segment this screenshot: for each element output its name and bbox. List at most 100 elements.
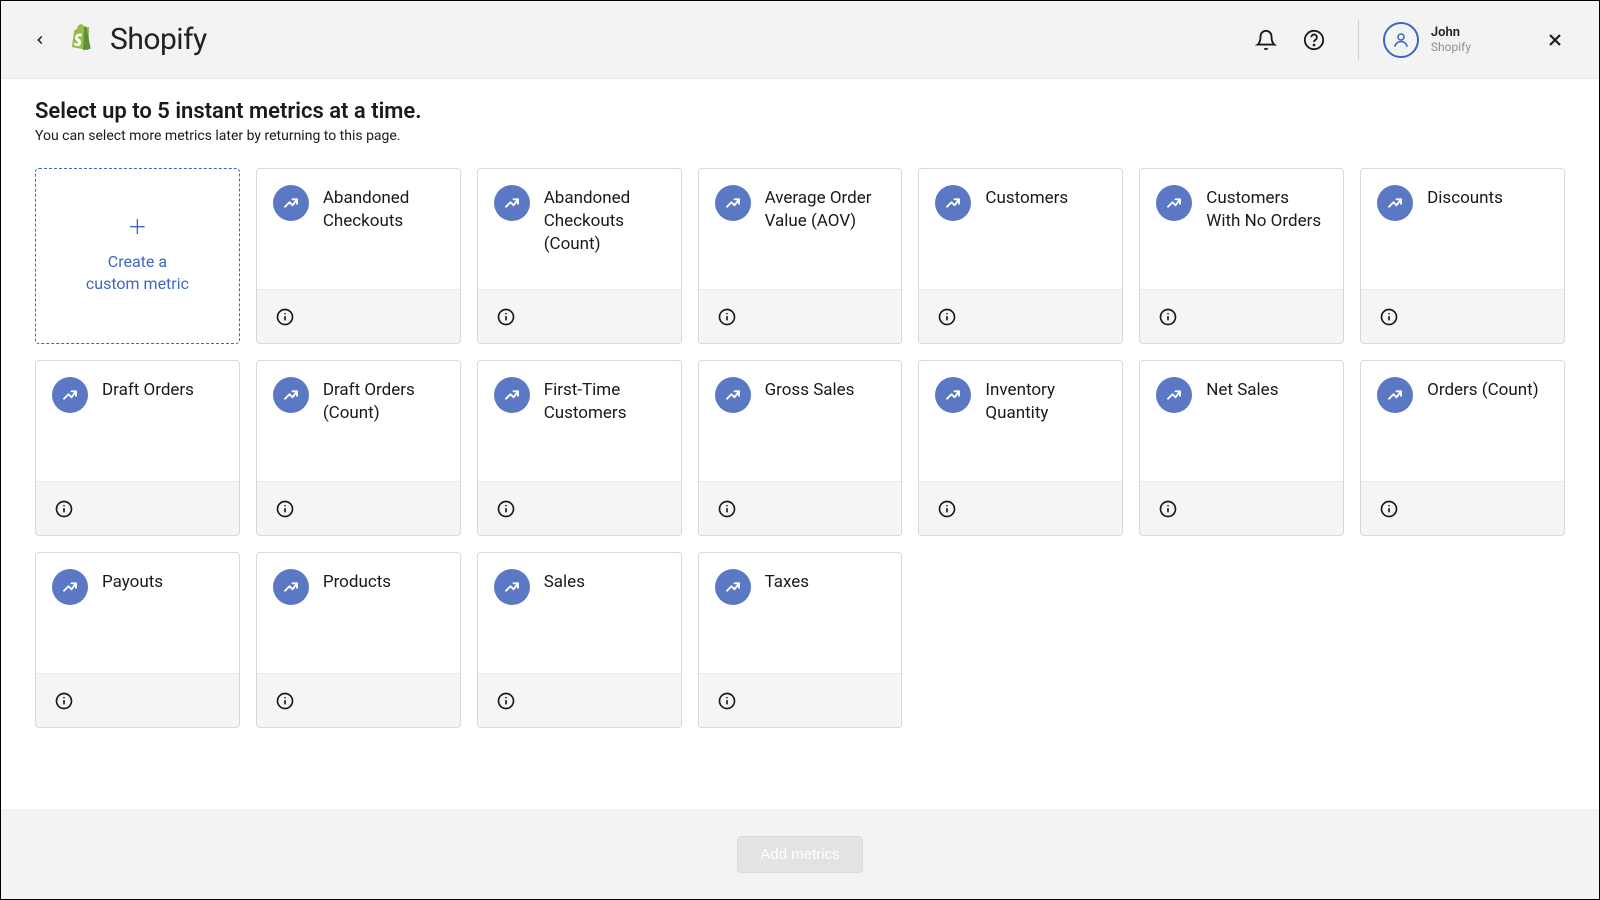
info-icon[interactable] <box>937 307 957 327</box>
metric-label: First-Time Customers <box>544 377 665 425</box>
metric-label: Abandoned Checkouts (Count) <box>544 185 665 256</box>
bell-icon <box>1255 29 1277 51</box>
metric-card[interactable]: Orders (Count) <box>1360 360 1565 536</box>
metric-card-footer <box>36 481 239 535</box>
metric-card-footer <box>699 289 902 343</box>
back-button[interactable] <box>26 26 54 54</box>
trend-icon <box>1377 185 1413 221</box>
metric-label: Net Sales <box>1206 377 1278 402</box>
topbar: Shopify John Shopify <box>1 1 1599 79</box>
metric-card[interactable]: Gross Sales <box>698 360 903 536</box>
trend-icon <box>1156 377 1192 413</box>
info-icon[interactable] <box>717 307 737 327</box>
info-icon[interactable] <box>1158 307 1178 327</box>
info-icon[interactable] <box>275 307 295 327</box>
info-icon[interactable] <box>1379 307 1399 327</box>
metric-card[interactable]: Draft Orders <box>35 360 240 536</box>
info-icon[interactable] <box>54 499 74 519</box>
info-icon[interactable] <box>54 691 74 711</box>
trend-icon <box>1156 185 1192 221</box>
metric-label: Draft Orders <box>102 377 194 402</box>
trend-icon <box>935 185 971 221</box>
close-button[interactable] <box>1541 26 1569 54</box>
metric-card[interactable]: Sales <box>477 552 682 728</box>
info-icon[interactable] <box>496 307 516 327</box>
metric-label: Products <box>323 569 391 594</box>
metric-card[interactable]: Abandoned Checkouts (Count) <box>477 168 682 344</box>
create-custom-metric-card[interactable]: ＋ Create acustom metric <box>35 168 240 344</box>
metric-card-footer <box>257 289 460 343</box>
metric-card[interactable]: First-Time Customers <box>477 360 682 536</box>
metric-card[interactable]: Customers With No Orders <box>1139 168 1344 344</box>
plus-icon: ＋ <box>127 217 147 237</box>
metric-card-footer <box>919 289 1122 343</box>
metric-card[interactable]: Payouts <box>35 552 240 728</box>
metric-label: Discounts <box>1427 185 1503 210</box>
metrics-grid: ＋ Create acustom metric Abandoned Checko… <box>35 168 1565 728</box>
trend-icon <box>494 377 530 413</box>
info-icon[interactable] <box>275 691 295 711</box>
metric-card[interactable]: Abandoned Checkouts <box>256 168 461 344</box>
trend-icon <box>494 185 530 221</box>
custom-metric-label: Create acustom metric <box>86 251 189 296</box>
metric-card[interactable]: Discounts <box>1360 168 1565 344</box>
bottombar: Add metrics <box>1 809 1599 899</box>
divider <box>1358 20 1359 60</box>
trend-icon <box>715 377 751 413</box>
info-icon[interactable] <box>1379 499 1399 519</box>
trend-icon <box>1377 377 1413 413</box>
trend-icon <box>935 377 971 413</box>
metric-card-footer <box>1361 289 1564 343</box>
metric-label: Customers <box>985 185 1068 210</box>
metric-card[interactable]: Net Sales <box>1139 360 1344 536</box>
metric-card-footer <box>1361 481 1564 535</box>
info-icon[interactable] <box>937 499 957 519</box>
info-icon[interactable] <box>275 499 295 519</box>
person-icon <box>1392 31 1410 49</box>
metric-card-footer <box>1140 481 1343 535</box>
help-button[interactable] <box>1300 26 1328 54</box>
metric-label: Orders (Count) <box>1427 377 1538 402</box>
metric-label: Customers With No Orders <box>1206 185 1327 233</box>
trend-icon <box>715 185 751 221</box>
trend-icon <box>273 377 309 413</box>
info-icon[interactable] <box>717 691 737 711</box>
user-menu[interactable]: John Shopify <box>1383 22 1471 58</box>
info-icon[interactable] <box>717 499 737 519</box>
user-name: John <box>1431 25 1471 41</box>
metric-card-footer <box>478 289 681 343</box>
trend-icon <box>273 185 309 221</box>
topbar-actions: John Shopify <box>1252 20 1569 60</box>
metric-label: Payouts <box>102 569 163 594</box>
metric-label: Abandoned Checkouts <box>323 185 444 233</box>
notifications-button[interactable] <box>1252 26 1280 54</box>
help-icon <box>1303 29 1325 51</box>
metric-card[interactable]: Average Order Value (AOV) <box>698 168 903 344</box>
trend-icon <box>494 569 530 605</box>
shopify-logo-icon <box>66 23 96 57</box>
trend-icon <box>273 569 309 605</box>
metric-card-footer <box>1140 289 1343 343</box>
metric-card-footer <box>478 673 681 727</box>
metric-card-footer <box>478 481 681 535</box>
metric-card-footer <box>257 673 460 727</box>
brand-title: Shopify <box>110 22 207 57</box>
metric-card[interactable]: Inventory Quantity <box>918 360 1123 536</box>
user-texts: John Shopify <box>1431 25 1471 55</box>
metric-card[interactable]: Products <box>256 552 461 728</box>
add-metrics-button[interactable]: Add metrics <box>737 836 862 873</box>
metric-card[interactable]: Taxes <box>698 552 903 728</box>
metric-label: Inventory Quantity <box>985 377 1106 425</box>
metric-card[interactable]: Customers <box>918 168 1123 344</box>
metric-label: Sales <box>544 569 585 594</box>
content: Select up to 5 instant metrics at a time… <box>1 79 1599 809</box>
page-heading: Select up to 5 instant metrics at a time… <box>35 99 1565 124</box>
info-icon[interactable] <box>496 499 516 519</box>
metric-card[interactable]: Draft Orders (Count) <box>256 360 461 536</box>
info-icon[interactable] <box>1158 499 1178 519</box>
metric-card-footer <box>919 481 1122 535</box>
info-icon[interactable] <box>496 691 516 711</box>
close-icon <box>1545 30 1565 50</box>
trend-icon <box>52 377 88 413</box>
avatar <box>1383 22 1419 58</box>
